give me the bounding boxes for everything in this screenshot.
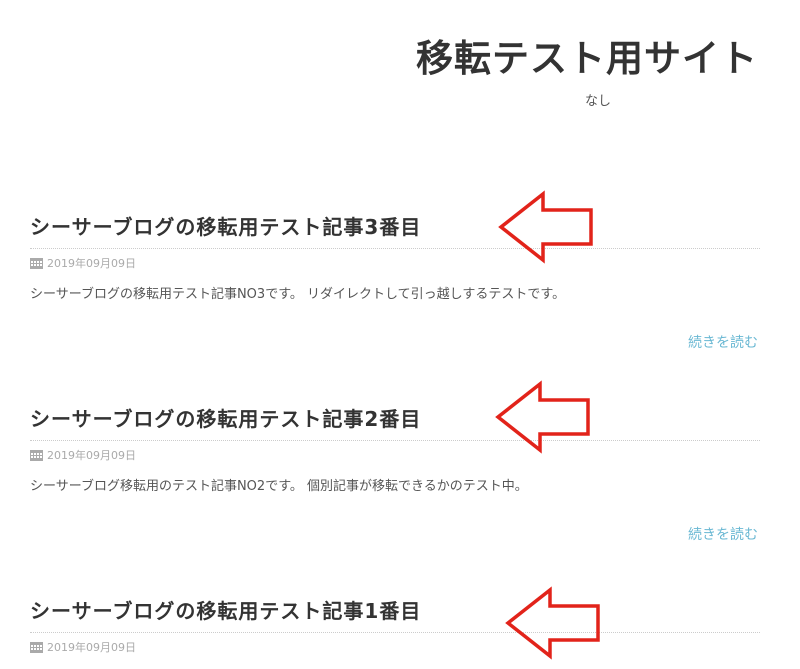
post-meta: 2019年09月09日 (30, 255, 760, 271)
site-title[interactable]: 移転テスト用サイト (338, 32, 758, 86)
post-date: 2019年09月09日 (47, 449, 136, 462)
post-meta: 2019年09月09日 (30, 639, 760, 655)
read-more-link[interactable]: 続きを読む (688, 332, 758, 352)
post-divider (30, 440, 760, 441)
post-divider (30, 632, 760, 633)
post-meta: 2019年09月09日 (30, 447, 760, 463)
calendar-icon (30, 257, 43, 269)
post-item: シーサーブログの移転用テスト記事2番目 2019年09月09日 シーサーブログ移… (30, 404, 760, 543)
site-description: なし (584, 94, 611, 109)
left-arrow-icon (498, 190, 593, 264)
left-arrow-icon (495, 380, 590, 454)
post-item: シーサーブログの移転用テスト記事3番目 2019年09月09日 シーサーブログの… (30, 212, 760, 351)
post-excerpt: シーサーブログ移転用のテスト記事NO2です。 個別記事が移転できるかのテスト中。 (30, 479, 528, 494)
post-title[interactable]: シーサーブログの移転用テスト記事1番目 (30, 596, 760, 626)
calendar-icon (30, 449, 43, 461)
post-date: 2019年09月09日 (47, 641, 136, 654)
read-more-link[interactable]: 続きを読む (688, 524, 758, 544)
site-header: 移転テスト用サイト (338, 32, 758, 86)
post-title[interactable]: シーサーブログの移転用テスト記事2番目 (30, 404, 760, 434)
post-date: 2019年09月09日 (47, 257, 136, 270)
left-arrow-icon (505, 586, 600, 660)
post-title[interactable]: シーサーブログの移転用テスト記事3番目 (30, 212, 760, 242)
post-excerpt: シーサーブログの移転用テスト記事NO3です。 リダイレクトして引っ越しするテスト… (30, 287, 566, 302)
post-item: シーサーブログの移転用テスト記事1番目 2019年09月09日 (30, 596, 760, 655)
calendar-icon (30, 641, 43, 653)
post-divider (30, 248, 760, 249)
